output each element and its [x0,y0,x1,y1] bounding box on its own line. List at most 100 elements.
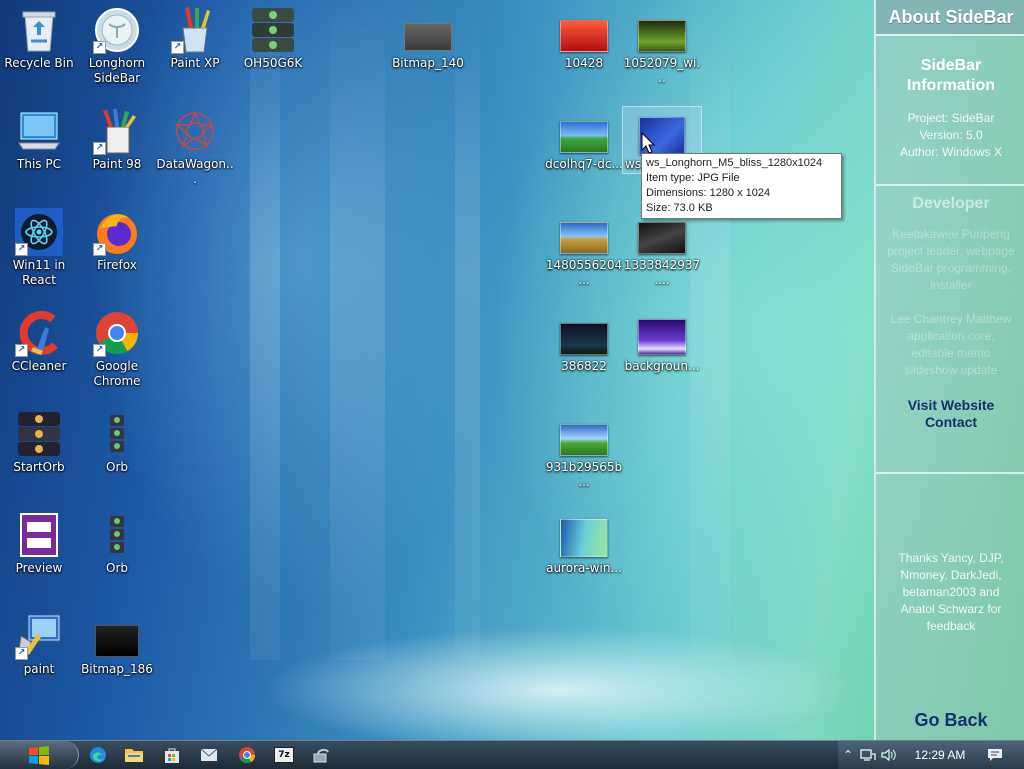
file-tooltip: ws_Longhorn_M5_bliss_1280x1024 Item type… [641,153,842,219]
desktop-icon-preview[interactable]: Preview [0,511,78,576]
desktop-icon-this-pc[interactable]: This PC [0,107,78,172]
desktop-icon-931b29565b[interactable]: 931b29565b... [545,410,623,490]
visit-website-link[interactable]: Visit Website [876,397,1024,414]
desktop-icon-aurora-win[interactable]: aurora-win... [545,511,623,576]
sidebar-header: About SideBar [876,0,1024,36]
system-tray: ⌃ 12:29 AM [838,741,1024,769]
shortcut-arrow-icon: ↗ [171,41,184,54]
network-tool-icon[interactable] [311,745,331,765]
recycle-bin-icon [15,6,63,54]
desktop-icon-bitmap-186[interactable]: Bitmap_186 [78,612,156,677]
desktop-icon-386822[interactable]: 386822 [545,309,623,374]
paint-icon: ↗ [15,612,63,660]
sidebar-developer-2: Lee Chantrey Matthew application core, e… [890,312,1012,377]
image-thumb-icon [560,511,608,559]
sidebar-info-title: SideBar Information [907,57,995,94]
icon-label: Paint XP [170,56,220,70]
desktop-icon-recycle-bin[interactable]: Recycle Bin [0,6,78,71]
sidebar-thanks: Thanks Yancy, DJP, Nmoney, DarkJedi, bet… [898,551,1004,633]
icon-label: dcolhq7-dc... [545,157,623,171]
desktop-icon-orb-1[interactable]: Orb [78,410,156,475]
orb-strip-icon [249,6,297,54]
shortcut-arrow-icon: ↗ [93,243,106,256]
desktop-icon-startorb[interactable]: StartOrb [0,410,78,475]
store-icon[interactable] [162,745,182,765]
shortcut-arrow-icon: ↗ [15,647,28,660]
tooltip-item-type: Item type: JPG File [646,172,740,184]
contact-link[interactable]: Contact [876,414,1024,431]
mail-icon[interactable] [199,745,219,765]
shortcut-arrow-icon: ↗ [93,344,106,357]
firefox-icon: ↗ [93,208,141,256]
desktop-icon-1333842937[interactable]: 1333842937.... [623,208,701,288]
desktop-icon-paint-98[interactable]: ↗ Paint 98 [78,107,156,172]
image-thumb-icon [638,6,686,54]
icon-label: 10428 [564,56,604,70]
desktop-icon-1480556204[interactable]: 1480556204... [545,208,623,288]
tooltip-size: Size: 73.0 KB [646,202,713,214]
desktop-icon-datawagon[interactable]: DataWagon... [156,107,234,187]
sidebar-developer-1: Keetakawee Punpeng project leader, webpa… [887,227,1015,292]
wallpaper-streak [250,0,280,660]
orb-strip-icon [93,410,141,458]
desktop-icon-ccleaner[interactable]: ↗ CCleaner [0,309,78,374]
shortcut-arrow-icon: ↗ [15,243,28,256]
desktop-icon-oh50g6k[interactable]: OH50G6K [234,6,312,71]
desktop-icon-background[interactable]: backgroun... [623,309,701,374]
network-icon[interactable] [858,748,878,762]
icon-label: Paint 98 [92,157,142,171]
clock[interactable]: 12:29 AM [900,748,980,762]
icon-label: DataWagon... [156,157,234,186]
desktop-icon-orb-2[interactable]: Orb [78,511,156,576]
chrome-icon: ↗ [93,309,141,357]
icon-label: 1052079_wi... [623,56,701,85]
image-thumb-icon [560,410,608,458]
desktop-icon-paint-xp[interactable]: ↗ Paint XP [156,6,234,71]
desktop-icon-paint[interactable]: ↗ paint [0,612,78,677]
this-pc-icon [15,107,63,155]
icon-label: Google Chrome [93,359,141,388]
desktop-icon-win11-in-react[interactable]: ↗ Win11 in React [0,208,78,288]
image-thumb-icon [560,309,608,357]
wallpaper-streak [455,0,480,660]
longhorn-sidebar-panel: About SideBar SideBar Information Projec… [874,0,1024,740]
start-button[interactable] [0,741,79,769]
icon-label: CCleaner [11,359,67,373]
desktop-icon-10428[interactable]: 10428 [545,6,623,71]
shortcut-arrow-icon: ↗ [93,41,106,54]
sidebar-version: Version: 5.0 [919,128,983,142]
desktop-icon-firefox[interactable]: ↗ Firefox [78,208,156,273]
desktop-icon-bitmap-140[interactable]: Bitmap_140 [389,6,467,71]
7zip-icon[interactable]: 7z [274,745,294,765]
desktop-icon-google-chrome[interactable]: ↗ Google Chrome [78,309,156,389]
desktop-icon-1052079[interactable]: 1052079_wi... [623,6,701,86]
icon-label: This PC [17,157,61,171]
desktop-icon-dcolhq7[interactable]: dcolhq7-dc... [545,107,623,172]
ccleaner-icon: ↗ [15,309,63,357]
notification-icon[interactable] [980,748,1010,762]
file-explorer-icon[interactable] [124,745,144,765]
datawagon-icon [171,107,219,155]
volume-icon[interactable] [878,748,900,762]
longhorn-sidebar-icon: ↗ [93,6,141,54]
chevron-up-icon[interactable]: ⌃ [838,748,858,762]
edge-icon[interactable] [88,745,108,765]
windows-logo-icon [29,746,49,765]
paint-98-icon: ↗ [93,107,141,155]
go-back-button[interactable]: Go Back [876,710,1024,731]
desktop-icon-longhorn-sidebar[interactable]: ↗ Longhorn SideBar [78,6,156,86]
taskbar: 7z ⌃ 12:29 AM [0,740,1024,769]
image-thumb-icon [560,107,608,155]
icon-label: Orb [106,561,128,575]
sidebar-developer-section: Developer Keetakawee Punpeng project lea… [876,186,1024,474]
react-icon: ↗ [15,208,63,256]
icon-label: Recycle Bin [4,56,74,70]
icon-label: backgroun... [624,359,700,373]
chrome-icon[interactable] [237,745,257,765]
icon-label: 1333842937.... [623,258,701,287]
shortcut-arrow-icon: ↗ [15,344,28,357]
wallpaper-streak [330,0,385,660]
shortcut-arrow-icon: ↗ [93,142,106,155]
icon-label: Firefox [97,258,137,272]
tooltip-filename: ws_Longhorn_M5_bliss_1280x1024 [646,157,823,169]
